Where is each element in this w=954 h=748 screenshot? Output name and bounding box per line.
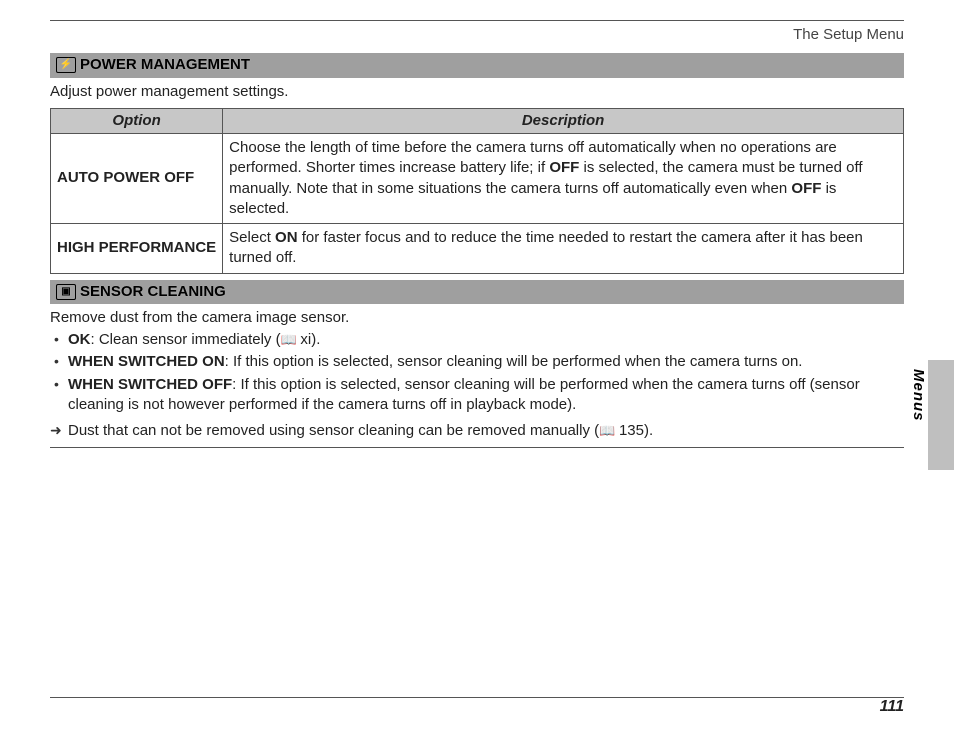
- section-bar-power-management: ⚡ POWER MANAGEMENT: [50, 53, 904, 77]
- option-desc: Choose the length of time before the cam…: [223, 134, 904, 224]
- table-row: AUTO POWER OFF Choose the length of time…: [51, 134, 904, 224]
- power-management-table: Option Description AUTO POWER OFF Choose…: [50, 108, 904, 274]
- list-item: OK: Clean sensor immediately (📖 xi).: [54, 330, 904, 350]
- section-title-sensor: SENSOR CLEANING: [80, 282, 226, 302]
- page-number: 111: [880, 696, 904, 718]
- sensor-icon: ▣: [56, 284, 76, 300]
- battery-icon: ⚡: [56, 57, 76, 73]
- sensor-note: Dust that can not be removed using senso…: [50, 421, 904, 448]
- manual-ref-icon: 📖: [599, 423, 619, 438]
- power-intro: Adjust power management settings.: [50, 78, 904, 108]
- footer-rule: [50, 697, 904, 698]
- side-tab-label: Menus: [906, 360, 928, 430]
- col-description: Description: [223, 108, 904, 133]
- section-title-power: POWER MANAGEMENT: [80, 55, 250, 75]
- col-option: Option: [51, 108, 223, 133]
- header-right-text: The Setup Menu: [793, 26, 904, 43]
- option-name: HIGH PERFORMANCE: [51, 224, 223, 274]
- side-thumb-tab: [928, 360, 954, 470]
- page-header: The Setup Menu: [50, 20, 904, 45]
- sensor-cleaning-list: OK: Clean sensor immediately (📖 xi). WHE…: [50, 330, 904, 415]
- table-header-row: Option Description: [51, 108, 904, 133]
- sensor-intro: Remove dust from the camera image sensor…: [50, 304, 904, 328]
- table-row: HIGH PERFORMANCE Select ON for faster fo…: [51, 224, 904, 274]
- section-bar-sensor-cleaning: ▣ SENSOR CLEANING: [50, 280, 904, 304]
- list-item: WHEN SWITCHED OFF: If this option is sel…: [54, 375, 904, 416]
- list-item: WHEN SWITCHED ON: If this option is sele…: [54, 352, 904, 372]
- option-desc: Select ON for faster focus and to reduce…: [223, 224, 904, 274]
- manual-ref-icon: 📖: [281, 332, 301, 347]
- option-name: AUTO POWER OFF: [51, 134, 223, 224]
